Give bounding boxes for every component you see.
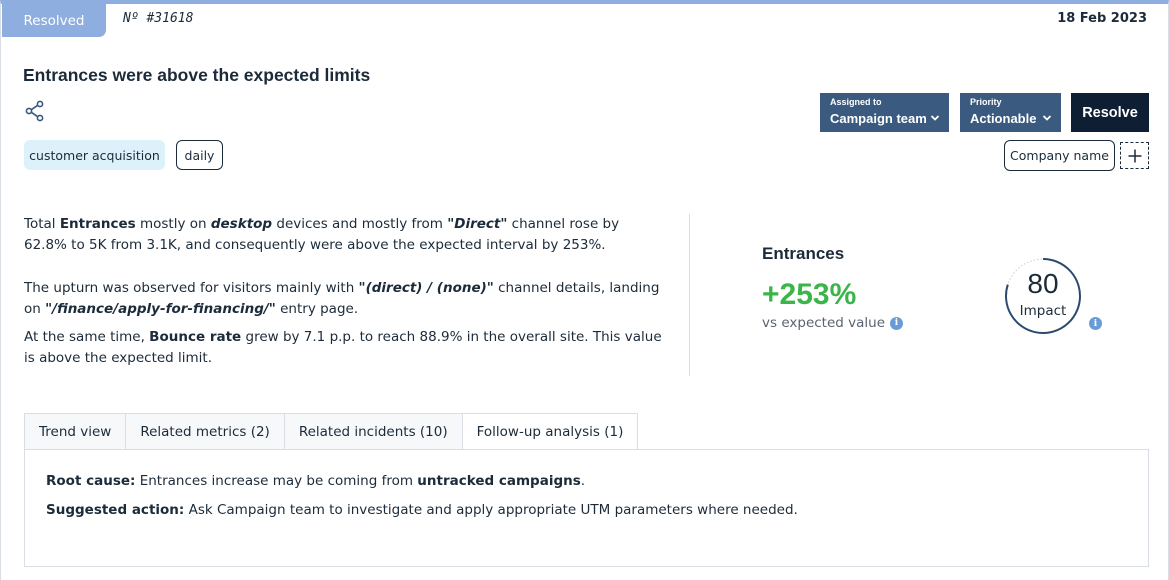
root-cause: Root cause: Entrances increase may be co… bbox=[46, 473, 586, 489]
vertical-divider bbox=[689, 214, 690, 376]
chevron-down-icon bbox=[930, 115, 940, 121]
suggested-action: Suggested action: Ask Campaign team to i… bbox=[46, 502, 798, 518]
metric-subtitle: vs expected value i bbox=[762, 315, 904, 331]
priority-dropdown[interactable]: Priority Actionable bbox=[960, 93, 1061, 132]
tab-related-metrics[interactable]: Related metrics (2) bbox=[125, 413, 284, 450]
assigned-to-value: Campaign team bbox=[830, 111, 927, 126]
tag-customer-acquisition[interactable]: customer acquisition bbox=[24, 140, 165, 170]
tab-bar: Trend view Related metrics (2) Related i… bbox=[24, 413, 639, 450]
metric-name: Entrances bbox=[762, 244, 845, 263]
resolve-button[interactable]: Resolve bbox=[1071, 93, 1149, 132]
status-badge: Resolved bbox=[2, 4, 106, 37]
priority-value: Actionable bbox=[970, 111, 1037, 126]
metric-change: +253% bbox=[762, 278, 857, 311]
plus-icon bbox=[1128, 149, 1141, 162]
chevron-down-icon bbox=[1042, 115, 1052, 121]
impact-value: 80 bbox=[1027, 268, 1059, 299]
assigned-to-dropdown[interactable]: Assigned to Campaign team bbox=[820, 93, 949, 132]
add-tag-button[interactable] bbox=[1120, 142, 1149, 169]
incident-date: 18 Feb 2023 bbox=[1057, 11, 1147, 26]
tag-daily[interactable]: daily bbox=[176, 140, 223, 170]
share-icon[interactable] bbox=[25, 100, 45, 122]
page-title: Entrances were above the expected limits bbox=[23, 65, 371, 85]
info-icon[interactable]: i bbox=[1089, 317, 1102, 330]
info-icon[interactable]: i bbox=[890, 316, 904, 330]
incident-card: Resolved Nº #31618 18 Feb 2023 Entrances… bbox=[0, 0, 1169, 580]
assigned-to-label: Assigned to bbox=[830, 97, 882, 107]
impact-label: Impact bbox=[1019, 303, 1067, 319]
description-paragraph-1: Total Entrances mostly on desktop device… bbox=[24, 216, 620, 253]
company-name-chip[interactable]: Company name bbox=[1004, 140, 1115, 171]
priority-label: Priority bbox=[970, 97, 1002, 107]
tab-related-incidents[interactable]: Related incidents (10) bbox=[283, 413, 462, 450]
tab-follow-up-analysis[interactable]: Follow-up analysis (1) bbox=[461, 413, 639, 450]
incident-number: Nº #31618 bbox=[123, 11, 194, 26]
tab-trend-view[interactable]: Trend view bbox=[24, 413, 126, 450]
incident-description: Total Entrances mostly on desktop device… bbox=[24, 214, 664, 369]
description-paragraph-3: At the same time, Bounce rate grew by 7.… bbox=[24, 329, 662, 366]
description-paragraph-2: The upturn was observed for visitors mai… bbox=[24, 280, 660, 317]
